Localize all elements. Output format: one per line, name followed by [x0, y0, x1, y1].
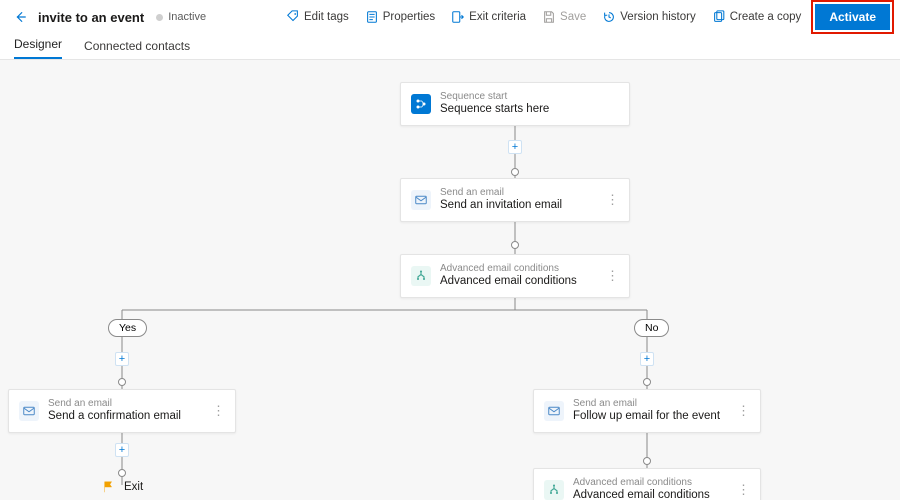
node-type-label: Send an email	[440, 187, 562, 199]
node-send-email-invitation[interactable]: Send an email Send an invitation email ⋮	[400, 178, 630, 222]
email-icon	[19, 401, 39, 421]
email-icon	[544, 401, 564, 421]
status-indicator-dot	[156, 14, 163, 21]
node-title: Advanced email conditions	[440, 275, 577, 289]
add-step-button-yes[interactable]: +	[115, 352, 129, 366]
activate-button[interactable]: Activate	[815, 4, 890, 30]
header-bar: invite to an event Inactive Edit tags Pr…	[0, 0, 900, 34]
page-title: invite to an event	[38, 10, 144, 25]
connector-joint	[643, 378, 651, 386]
node-type-label: Advanced email conditions	[440, 263, 577, 275]
properties-button[interactable]: Properties	[359, 6, 441, 28]
arrow-left-icon	[13, 10, 27, 24]
node-title: Advanced email conditions	[573, 489, 710, 500]
branch-yes-label: Yes	[108, 319, 147, 337]
node-advanced-conditions[interactable]: Advanced email conditions Advanced email…	[400, 254, 630, 298]
node-send-confirmation-email[interactable]: Send an email Send a confirmation email …	[8, 389, 236, 433]
node-type-label: Advanced email conditions	[573, 477, 710, 489]
node-followup-email[interactable]: Send an email Follow up email for the ev…	[533, 389, 761, 433]
create-copy-button[interactable]: Create a copy	[706, 6, 808, 28]
node-menu-button[interactable]: ⋮	[727, 403, 750, 419]
save-button: Save	[536, 6, 592, 28]
add-step-button[interactable]: +	[508, 140, 522, 154]
exit-criteria-button[interactable]: Exit criteria	[445, 6, 532, 28]
activate-highlight: Activate	[811, 0, 894, 34]
node-menu-button[interactable]: ⋮	[596, 192, 619, 208]
properties-label: Properties	[383, 11, 435, 23]
node-title: Send an invitation email	[440, 199, 562, 213]
branch-icon	[544, 480, 564, 500]
version-history-label: Version history	[620, 11, 695, 23]
node-menu-button[interactable]: ⋮	[202, 403, 225, 419]
exit-label: Exit	[124, 481, 143, 493]
connector-joint	[511, 168, 519, 176]
tab-list: Designer Connected contacts	[0, 34, 900, 60]
node-title: Follow up email for the event	[573, 410, 720, 424]
email-icon	[411, 190, 431, 210]
connector-joint	[118, 378, 126, 386]
node-advanced-conditions-2[interactable]: Advanced email conditions Advanced email…	[533, 468, 761, 500]
tab-connected-contacts[interactable]: Connected contacts	[84, 39, 190, 59]
copy-icon	[712, 10, 726, 24]
save-icon	[542, 10, 556, 24]
connector-joint	[118, 469, 126, 477]
tag-icon	[286, 10, 300, 24]
tab-designer[interactable]: Designer	[14, 37, 62, 59]
node-title: Sequence starts here	[440, 103, 549, 117]
node-exit[interactable]: Exit	[102, 480, 143, 494]
status-text: Inactive	[168, 11, 206, 23]
start-icon	[411, 94, 431, 114]
create-copy-label: Create a copy	[730, 11, 802, 23]
exit-criteria-icon	[451, 10, 465, 24]
designer-canvas[interactable]: Sequence start Sequence starts here + Se…	[0, 60, 900, 500]
connector-joint	[643, 457, 651, 465]
version-history-button[interactable]: Version history	[596, 6, 701, 28]
node-title: Send a confirmation email	[48, 410, 181, 424]
flag-icon	[102, 480, 116, 494]
properties-icon	[365, 10, 379, 24]
exit-criteria-label: Exit criteria	[469, 11, 526, 23]
edit-tags-label: Edit tags	[304, 11, 349, 23]
back-button[interactable]	[6, 3, 34, 31]
connector-joint	[511, 241, 519, 249]
history-icon	[602, 10, 616, 24]
node-type-label: Send an email	[573, 398, 720, 410]
node-menu-button[interactable]: ⋮	[596, 268, 619, 284]
add-step-button-no[interactable]: +	[640, 352, 654, 366]
node-type-label: Send an email	[48, 398, 181, 410]
node-sequence-start[interactable]: Sequence start Sequence starts here	[400, 82, 630, 126]
branch-no-label: No	[634, 319, 669, 337]
node-menu-button[interactable]: ⋮	[727, 482, 750, 498]
add-step-button-yes-2[interactable]: +	[115, 443, 129, 457]
edit-tags-button[interactable]: Edit tags	[280, 6, 355, 28]
toolbar: Edit tags Properties Exit criteria Save …	[280, 0, 894, 34]
node-type-label: Sequence start	[440, 91, 549, 103]
branch-icon	[411, 266, 431, 286]
save-label: Save	[560, 11, 586, 23]
